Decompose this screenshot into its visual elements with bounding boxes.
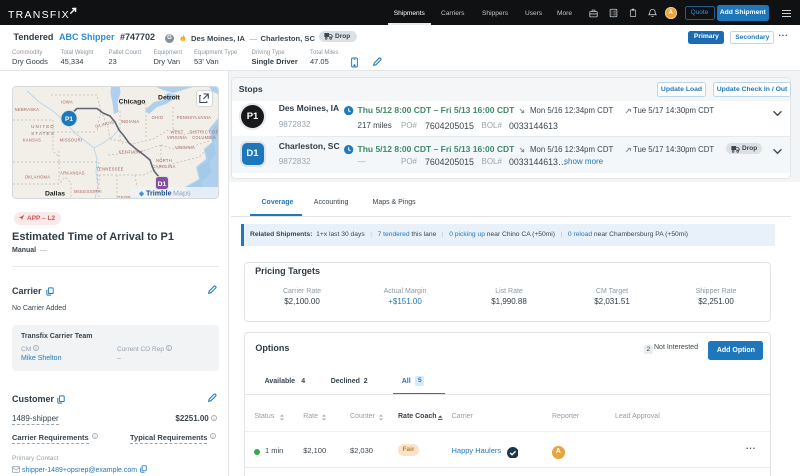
svg-text:IOWA: IOWA (61, 100, 73, 105)
svg-text:OKLAHOMA: OKLAHOMA (25, 175, 51, 180)
svg-text:Dallas: Dallas (45, 191, 65, 198)
svg-text:PENNSYLVANIA: PENNSYLVANIA (177, 115, 211, 120)
svg-text:STATES: STATES (31, 131, 55, 136)
svg-text:MISSOURI: MISSOURI (60, 138, 83, 143)
svg-text:VIRGINIA: VIRGINIA (167, 135, 187, 140)
svg-text:WEST: WEST (170, 130, 183, 135)
svg-text:D1: D1 (158, 181, 167, 188)
svg-text:DISTRICT OF: DISTRICT OF (190, 130, 219, 135)
svg-text:P1: P1 (65, 116, 73, 123)
svg-text:ARKANSAS: ARKANSAS (60, 171, 85, 176)
svg-text:CAROLINA: CAROLINA (152, 164, 175, 169)
svg-text:UNITED: UNITED (31, 124, 55, 129)
svg-text:NEBRASKA: NEBRASKA (15, 107, 40, 112)
svg-text:MISSISSIPPI: MISSISSIPPI (74, 189, 102, 194)
svg-text:INDIANA: INDIANA (121, 119, 140, 124)
svg-text:NORTH: NORTH (156, 158, 172, 163)
svg-text:VIRGINIA: VIRGINIA (175, 145, 195, 150)
svg-text:Chicago: Chicago (119, 99, 146, 106)
svg-text:TENNESSEE: TENNESSEE (96, 167, 124, 172)
svg-text:Detroit: Detroit (158, 95, 181, 102)
svg-text:COLUMBIA: COLUMBIA (192, 135, 216, 140)
svg-text:Maps: Maps (173, 189, 191, 198)
svg-text:KANSAS: KANSAS (23, 138, 41, 143)
svg-text:KENTUCKY: KENTUCKY (119, 150, 144, 155)
svg-text:OHIO: OHIO (152, 115, 164, 120)
svg-text:◆: ◆ (138, 191, 145, 198)
